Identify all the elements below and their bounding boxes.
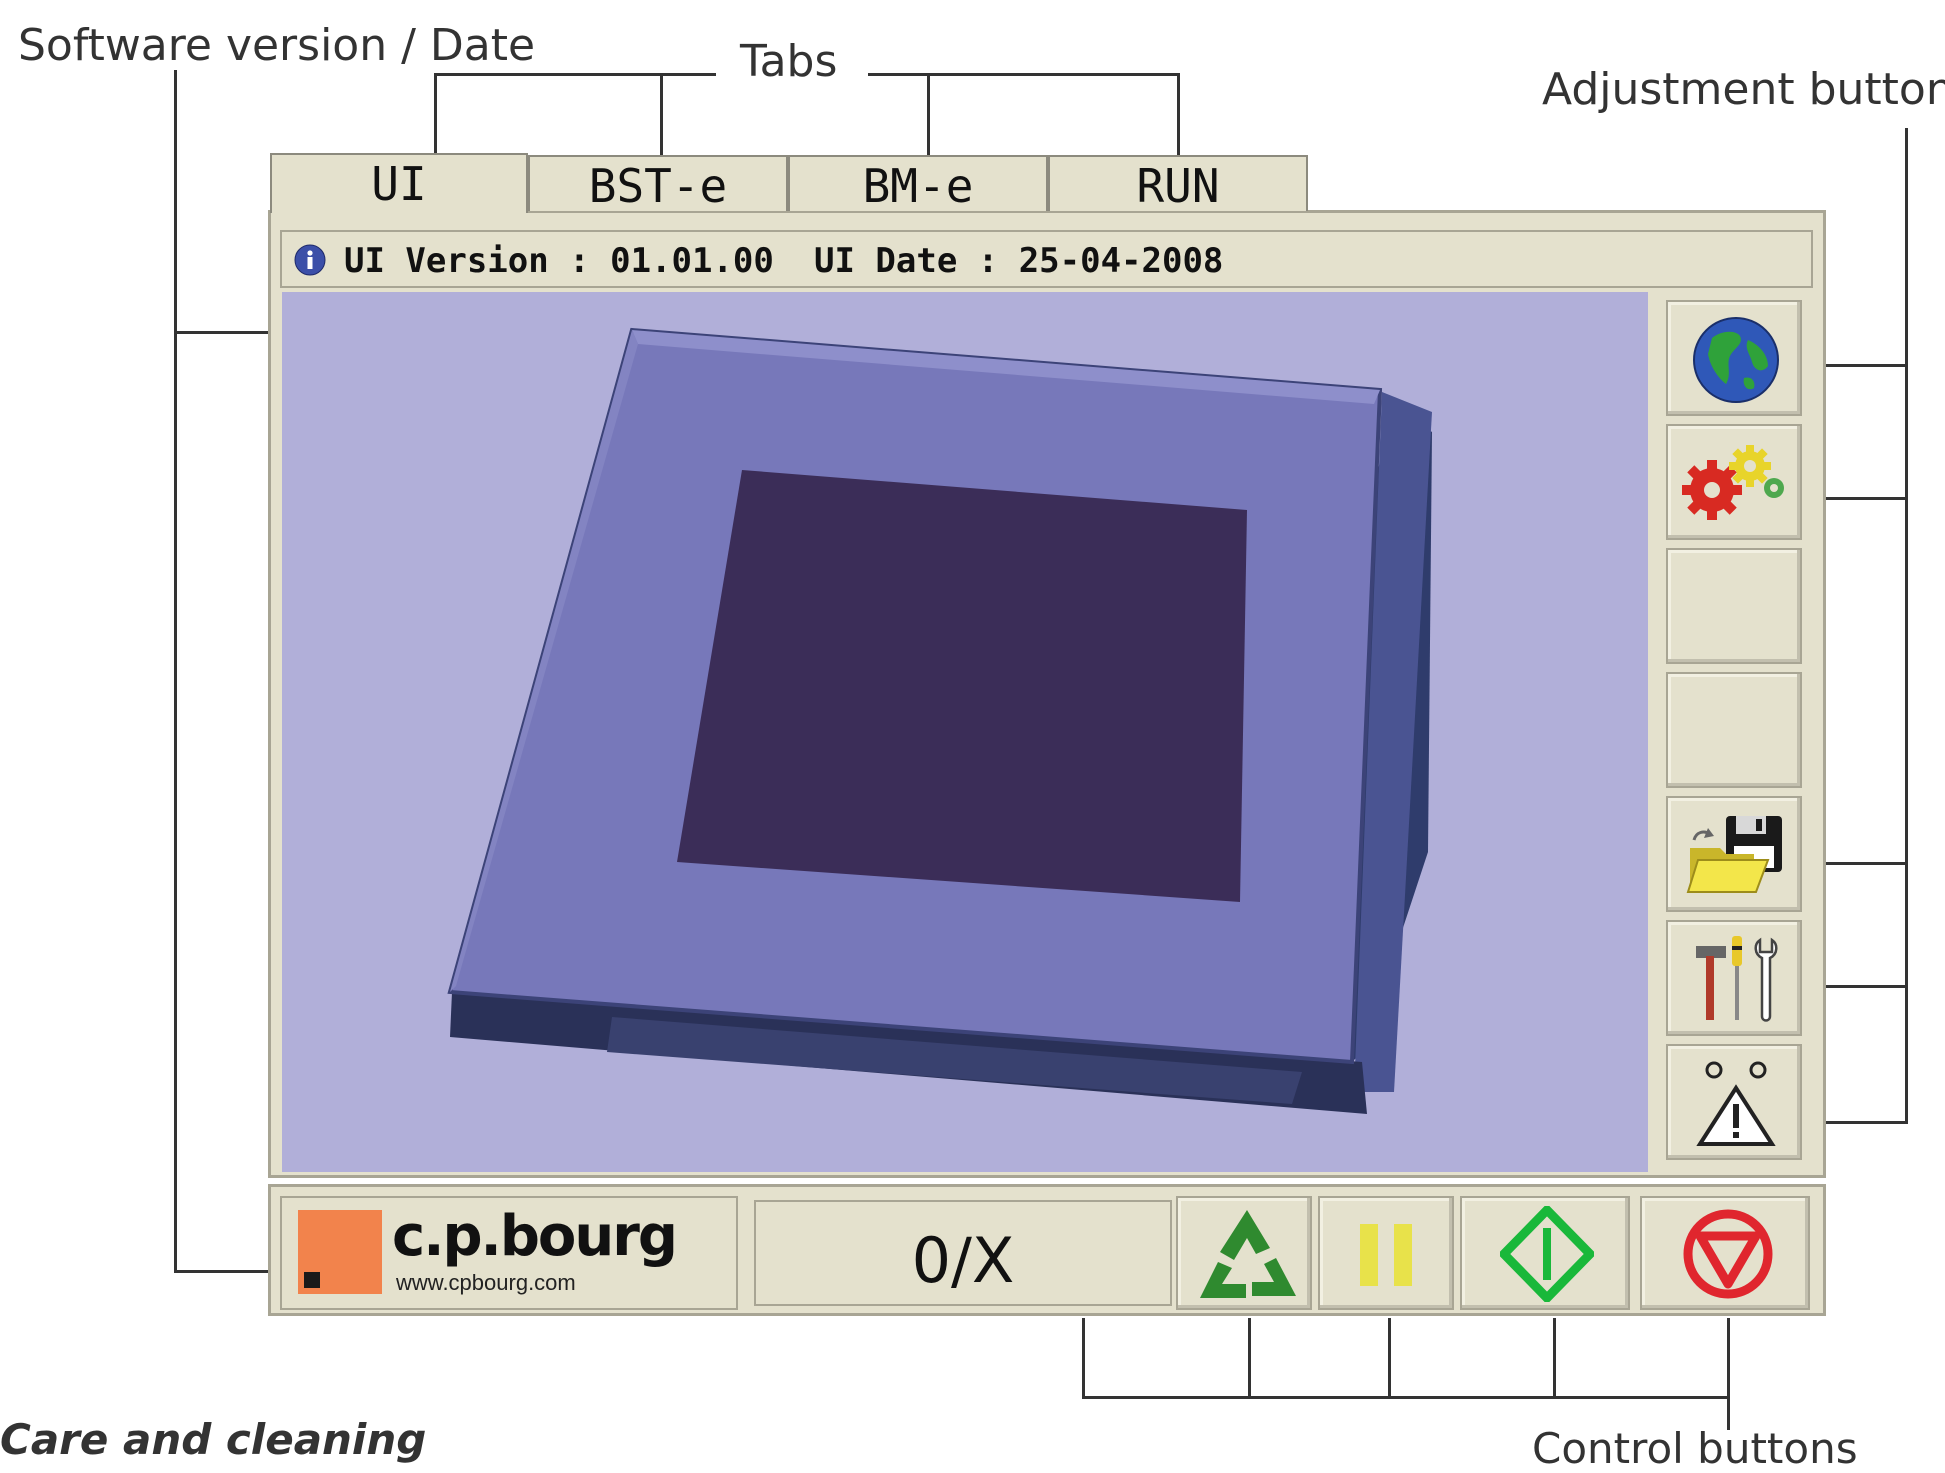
callout-adjustment-buttons: Adjustment buttons [1542,64,1945,115]
warning-icon [1696,1060,1776,1153]
language-button[interactable] [1666,300,1802,416]
pause-icon [1358,1222,1418,1293]
leader-line [868,73,1180,76]
tools-icon [1688,932,1784,1031]
stop-button[interactable] [1640,1196,1810,1310]
empty-button-1[interactable] [1666,548,1802,664]
leader-line [1082,1318,1085,1398]
leader-line [1248,1318,1251,1398]
gears-icon [1682,442,1790,527]
callout-control-buttons: Control buttons [1532,1424,1858,1473]
logo: c.p.bourg www.cpbourg.com [280,1196,738,1310]
device-preview [282,292,1648,1172]
callout-software-version-date: Software version / Date [18,20,536,71]
leader-line [1553,1318,1556,1398]
stop-icon [1682,1206,1774,1307]
caption-care-and-cleaning: Care and cleaning [0,1415,427,1464]
ui-date-text: UI Date : 25-04-2008 [814,241,1224,281]
empty-button-2[interactable] [1666,672,1802,788]
maintenance-button[interactable] [1666,920,1802,1036]
recycle-icon [1192,1204,1302,1313]
job-counter-value: 0/X [911,1224,1015,1297]
tab-bm-e[interactable]: BM-e [788,155,1048,213]
folder-save-icon [1686,812,1786,905]
pause-button[interactable] [1318,1196,1454,1310]
leader-line [1905,128,1908,1124]
tab-bst-e[interactable]: BST-e [528,155,788,213]
leader-line [174,70,177,1272]
logo-brand: c.p.bourg [392,1204,678,1269]
start-icon [1497,1203,1597,1307]
alarms-button[interactable] [1666,1044,1802,1160]
leader-line [434,73,716,76]
job-counter: 0/X [754,1200,1172,1306]
info-icon [294,244,326,276]
callout-tabs: Tabs [740,36,838,87]
tab-ui[interactable]: UI [270,153,528,213]
device-illustration [447,327,1432,1114]
save-load-button[interactable] [1666,796,1802,912]
info-bar: UI Version : 01.01.00 UI Date : 25-04-20… [280,230,1813,288]
start-button[interactable] [1460,1196,1630,1310]
tab-run[interactable]: RUN [1048,155,1308,213]
logo-square [298,1210,382,1294]
ui-version-text: UI Version : 01.01.00 [344,241,774,281]
recycle-button[interactable] [1176,1196,1312,1310]
settings-button[interactable] [1666,424,1802,540]
leader-line [1727,1318,1730,1430]
leader-line [1082,1396,1730,1399]
leader-line [1388,1318,1391,1398]
logo-url: www.cpbourg.com [396,1270,576,1295]
globe-icon [1690,314,1782,411]
